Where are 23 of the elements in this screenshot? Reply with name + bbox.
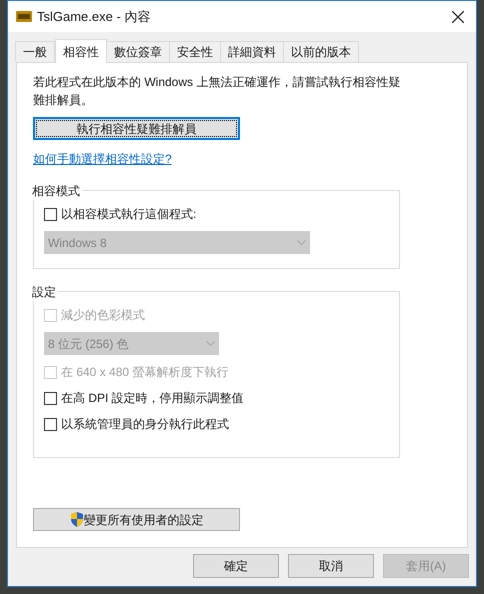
- description-text: 若此程式在此版本的 Windows 上無法正確運作，請嘗試執行相容性疑難排解員。: [33, 74, 402, 109]
- chevron-down-icon: [297, 240, 306, 245]
- checkbox-option[interactable]: 以系統管理員的身分執行此程式: [44, 415, 399, 433]
- dialog-button[interactable]: 確定: [193, 554, 279, 578]
- tab[interactable]: 以前的版本: [283, 41, 359, 62]
- checkbox-option[interactable]: 在高 DPI 設定時，停用顯示調整值: [44, 389, 399, 407]
- window-title: TslGame.exe - 內容: [37, 8, 152, 26]
- checkbox[interactable]: [44, 208, 57, 220]
- tab[interactable]: 一般: [15, 41, 55, 62]
- app-icon: [16, 11, 32, 22]
- group-title: 設定: [32, 283, 58, 301]
- checkbox[interactable]: [44, 392, 57, 404]
- tab[interactable]: 相容性: [55, 39, 107, 63]
- checkbox[interactable]: [44, 418, 57, 430]
- troubleshooter-button[interactable]: 執行相容性疑難排解員: [33, 117, 240, 140]
- change-all-users-button[interactable]: 變更所有使用者的設定: [33, 508, 240, 531]
- shield-icon: [70, 512, 84, 527]
- checkbox-option[interactable]: 以相容模式執行這個程式:: [44, 205, 399, 223]
- help-link[interactable]: 如何手動選擇相容性設定?: [33, 150, 172, 168]
- close-icon[interactable]: [452, 10, 464, 22]
- group-title: 相容模式: [32, 182, 82, 200]
- chevron-down-icon: [206, 341, 215, 346]
- dialog-button[interactable]: 取消: [288, 554, 374, 578]
